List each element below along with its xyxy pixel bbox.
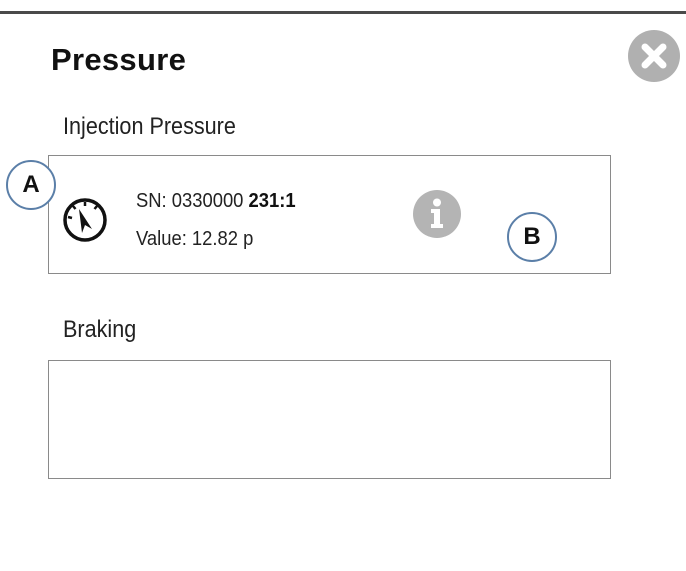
braking-label: Braking (63, 316, 137, 343)
injection-pressure-label: Injection Pressure (63, 113, 236, 140)
close-button[interactable] (628, 30, 680, 82)
callout-a: A (6, 160, 56, 210)
pressure-gauge-icon (63, 198, 107, 242)
sensor-value: Value: 12.82 p (136, 228, 254, 250)
info-icon (431, 198, 443, 228)
braking-panel (48, 360, 611, 479)
sensor-list-item[interactable]: SN: 0330000 231:1 Value: 12.82 p (61, 166, 581, 262)
serial-channel: 231:1 (248, 190, 296, 212)
top-divider (0, 11, 686, 14)
callout-b: B (507, 212, 557, 262)
close-x-icon (641, 43, 667, 69)
serial-prefix: SN: 0330000 (136, 190, 244, 212)
sensor-serial-number: SN: 0330000 231:1 (136, 190, 296, 213)
sensor-info-button[interactable] (413, 190, 461, 238)
dialog-title: Pressure (51, 42, 187, 77)
